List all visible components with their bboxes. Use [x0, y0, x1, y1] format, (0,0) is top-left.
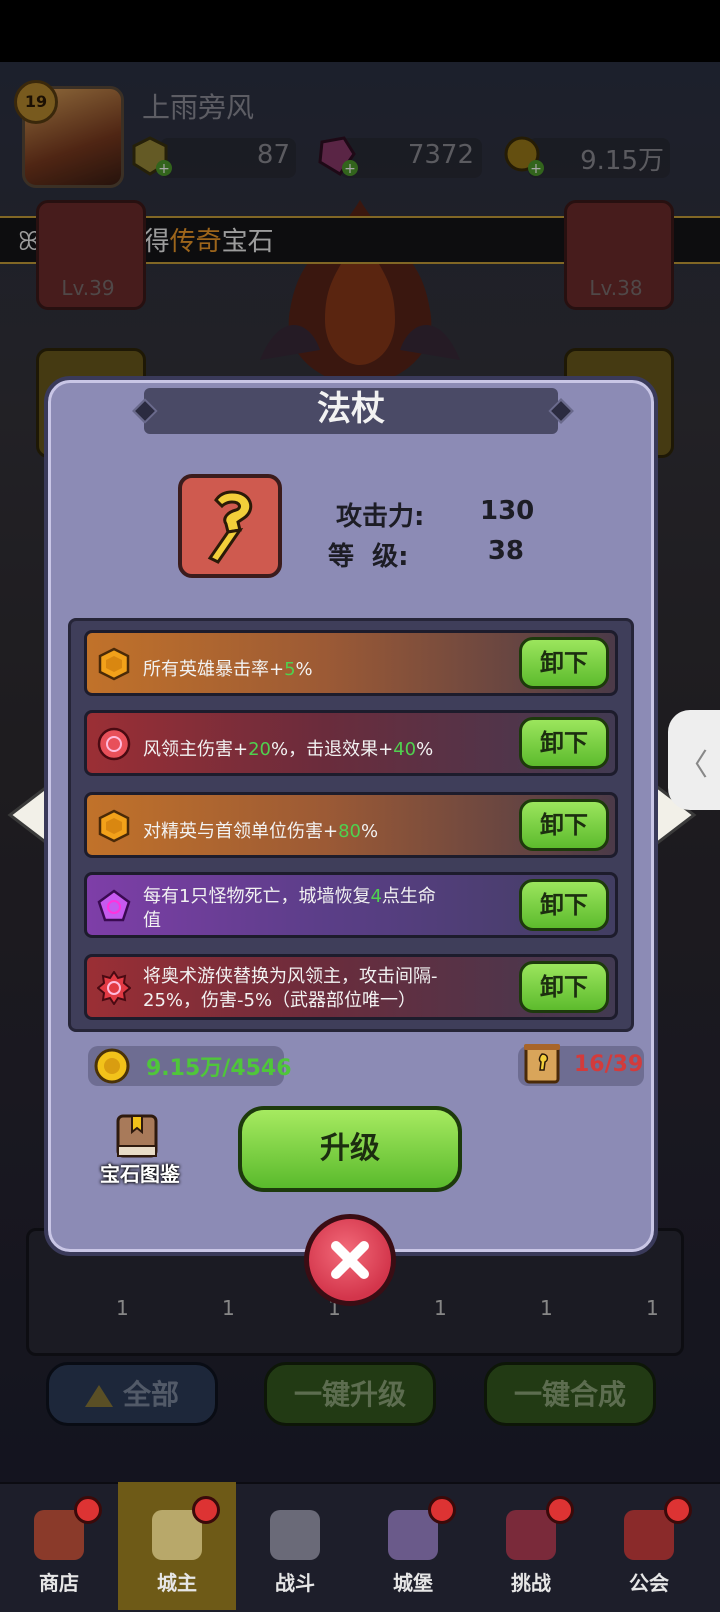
notification-dot	[192, 1496, 220, 1524]
staff-icon	[207, 490, 253, 564]
nav-tab-guild[interactable]: 公会	[590, 1482, 708, 1610]
attack-label: 攻击力:	[336, 502, 425, 532]
attack-value: 130	[480, 496, 535, 526]
gold-coin-icon	[94, 1048, 130, 1084]
crossed-swords-icon	[270, 1510, 320, 1560]
gem-row: 对精英与首领单位伤害+80% 卸下	[84, 792, 618, 858]
gem-effect-text: 每有1只怪物死亡，城墙恢复4点生命值	[143, 886, 436, 931]
staff-scroll-icon	[524, 1044, 560, 1084]
side-drawer-handle[interactable]: 〈	[668, 710, 720, 810]
orange-hexagon-gem-icon	[98, 647, 130, 681]
nav-tab-battle-label: 战斗	[275, 1571, 315, 1595]
gem-effect-text: 风领主伤害+20%，击退效果+40%	[143, 739, 434, 760]
notification-dot	[664, 1496, 692, 1524]
red-round-gem-icon	[97, 727, 131, 761]
red-spiked-gem-icon	[97, 971, 131, 1005]
nav-tab-challenge[interactable]: 挑战	[472, 1482, 590, 1610]
weapon-item-icon	[178, 474, 282, 578]
scroll-count-text: 16/39	[574, 1052, 644, 1077]
nav-tab-shop[interactable]: 商店	[0, 1482, 118, 1610]
unequip-button[interactable]: 卸下	[519, 799, 609, 851]
purple-pentagon-gem-icon	[97, 889, 131, 922]
nav-tab-challenge-label: 挑战	[511, 1571, 551, 1595]
status-bar	[0, 0, 720, 62]
gem-effect-text: 所有英雄暴击率+5%	[143, 659, 313, 680]
level-value: 38	[487, 536, 524, 566]
unequip-button[interactable]: 卸下	[519, 717, 609, 769]
gem-effect-text: 将奥术游侠替换为风领主，攻击间隔- 25%，伤害-5%（武器部位唯一）	[143, 966, 438, 1011]
nav-tab-lord[interactable]: 城主	[118, 1482, 236, 1610]
close-icon	[331, 1241, 369, 1279]
gem-codex-button[interactable]	[112, 1110, 162, 1160]
nav-tab-lord-label: 城主	[157, 1571, 197, 1595]
notification-dot	[428, 1496, 456, 1524]
nav-tab-shop-label: 商店	[39, 1571, 79, 1595]
unequip-button[interactable]: 卸下	[519, 637, 609, 689]
unequip-button[interactable]: 卸下	[519, 879, 609, 931]
gem-row: 所有英雄暴击率+5% 卸下	[84, 630, 618, 696]
notification-dot	[74, 1496, 102, 1524]
gem-effect-text: 对精英与首领单位伤害+80%	[143, 821, 379, 842]
gem-row: 将奥术游侠替换为风领主，攻击间隔- 25%，伤害-5%（武器部位唯一） 卸下	[84, 954, 618, 1020]
gold-cost-text: 9.15万/4546	[146, 1056, 292, 1081]
gem-codex-label[interactable]: 宝石图鉴	[92, 1158, 188, 1187]
book-icon	[116, 1114, 158, 1158]
nav-tab-castle[interactable]: 城堡	[354, 1482, 472, 1610]
upgrade-button[interactable]: 升级	[238, 1106, 462, 1192]
gem-row: 风领主伤害+20%，击退效果+40% 卸下	[84, 710, 618, 776]
gem-row: 每有1只怪物死亡，城墙恢复4点生命值 卸下	[84, 872, 618, 938]
chevron-left-icon: 〈	[678, 748, 708, 783]
orange-hexagon-gem-icon	[98, 809, 130, 843]
nav-tab-guild-label: 公会	[629, 1571, 669, 1595]
close-modal-button[interactable]	[304, 1214, 396, 1306]
unequip-button[interactable]: 卸下	[519, 961, 609, 1013]
notification-dot	[546, 1496, 574, 1524]
nav-tab-battle[interactable]: 战斗	[236, 1482, 354, 1610]
level-label: 等 级:	[328, 542, 409, 572]
nav-tab-castle-label: 城堡	[393, 1571, 433, 1595]
modal-title: 法杖	[317, 389, 385, 429]
